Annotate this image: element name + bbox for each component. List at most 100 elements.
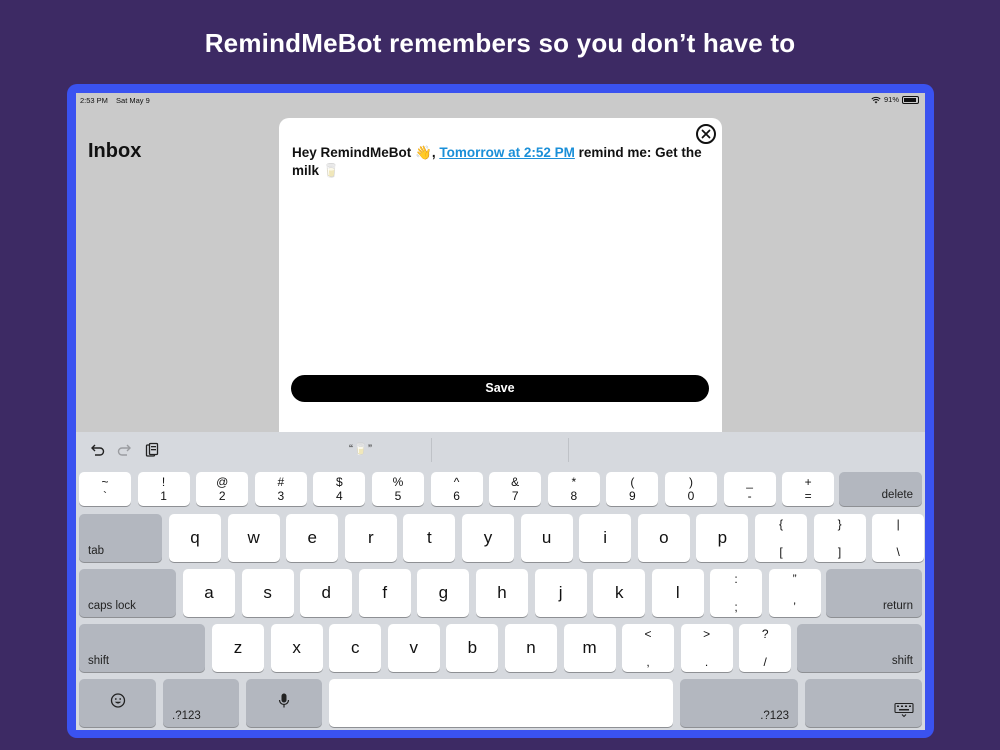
key-l[interactable]: l xyxy=(651,569,704,617)
key-symbol-1[interactable]: ”’ xyxy=(768,569,821,617)
save-button[interactable]: Save xyxy=(291,375,709,402)
key-8[interactable]: * 8 xyxy=(547,472,600,506)
numbers-key-left[interactable]: .?123 xyxy=(163,679,239,727)
paste-icon[interactable] xyxy=(144,442,160,458)
key-2[interactable]: @2 xyxy=(196,472,249,506)
reminder-modal: Hey RemindMeBot 👋, Tomorrow at 2:52 PM r… xyxy=(279,118,722,448)
ipad-screen: 2:53 PM Sat May 9 91% Inbox Hey RemindMe… xyxy=(76,93,925,730)
caps-lock-key[interactable]: caps lock xyxy=(79,569,176,617)
key-`[interactable]: ~ ` xyxy=(79,472,131,506)
key-label: n xyxy=(526,638,536,657)
undo-icon[interactable] xyxy=(89,442,105,458)
key-label: x xyxy=(292,638,301,657)
key-symbol-0[interactable]: :; xyxy=(710,569,762,617)
key-s[interactable]: s xyxy=(241,569,294,617)
date-link[interactable]: Tomorrow at 2:52 PM xyxy=(439,145,575,160)
key-n[interactable]: n xyxy=(505,624,557,672)
key-f[interactable]: f xyxy=(358,569,411,617)
key-\[interactable]: | \ xyxy=(872,514,925,562)
numbers-key-right[interactable]: .?123 xyxy=(680,679,798,727)
key-label: 2 xyxy=(218,489,226,503)
key-0[interactable]: ) 0 xyxy=(665,472,717,506)
key-/[interactable]: ? / xyxy=(739,624,792,672)
redo-icon[interactable] xyxy=(117,442,133,458)
key-v[interactable]: v xyxy=(387,624,440,672)
key-h[interactable]: h xyxy=(476,569,528,617)
key-label: d xyxy=(321,583,331,602)
key-p[interactable]: p xyxy=(696,514,749,562)
key-,[interactable]: <, xyxy=(622,624,674,672)
key-=[interactable]: + = xyxy=(782,472,835,506)
key-w[interactable]: w xyxy=(227,514,280,562)
key-label: f xyxy=(382,583,388,602)
key-5[interactable]: % 5 xyxy=(372,472,424,506)
key-shift-label: % xyxy=(392,475,404,489)
key-shift-label: < xyxy=(644,627,652,641)
key-1[interactable]: ! 1 xyxy=(137,472,190,506)
key-t[interactable]: t xyxy=(403,514,456,562)
key-r[interactable]: r xyxy=(344,514,397,562)
key-b[interactable]: b xyxy=(446,624,499,672)
key-label: a xyxy=(204,583,214,602)
reminder-text-input[interactable]: Hey RemindMeBot 👋, Tomorrow at 2:52 PM r… xyxy=(292,144,702,180)
key-4[interactable]: $4 xyxy=(313,472,366,506)
suggestion-1[interactable]: “🥛” xyxy=(349,442,372,456)
key-x[interactable]: x xyxy=(270,624,323,672)
key-label: \ xyxy=(896,545,900,559)
key-q[interactable]: q xyxy=(169,514,221,562)
key-y[interactable]: y xyxy=(462,514,514,562)
key-e[interactable]: e xyxy=(286,514,339,562)
dictation-key[interactable] xyxy=(246,679,322,727)
status-date: Sat May 9 xyxy=(116,96,150,105)
key-6[interactable]: ^ 6 xyxy=(430,472,483,506)
key-shift-label: } xyxy=(837,517,842,531)
key-label: o xyxy=(659,528,669,547)
key-.[interactable]: >. xyxy=(680,624,733,672)
key-3[interactable]: #3 xyxy=(254,472,307,506)
key-shift-label: | xyxy=(896,517,900,531)
key-label: 0 xyxy=(687,489,695,503)
key-shift-label: ~ xyxy=(101,475,109,489)
key-label: w xyxy=(247,528,260,547)
key-label: ] xyxy=(837,545,842,559)
key-label: i xyxy=(603,528,608,547)
key-label: 8 xyxy=(570,489,578,503)
left-shift-key[interactable]: shift xyxy=(79,624,205,672)
key-m[interactable]: m xyxy=(563,624,616,672)
key-label: shift xyxy=(891,655,913,667)
key-g[interactable]: g xyxy=(417,569,470,617)
key-z[interactable]: z xyxy=(212,624,264,672)
key-][interactable]: }] xyxy=(813,514,866,562)
key-label: = xyxy=(804,489,812,503)
emoji-key[interactable] xyxy=(79,679,156,727)
key--[interactable]: _ - xyxy=(723,472,776,506)
key-label: caps lock xyxy=(88,600,136,612)
key-[[interactable]: {[ xyxy=(755,514,807,562)
emoji-icon xyxy=(110,693,126,714)
key-9[interactable]: (9 xyxy=(606,472,659,506)
keyboard-dismiss-key[interactable] xyxy=(805,679,922,727)
key-i[interactable]: i xyxy=(579,514,632,562)
tab-key[interactable]: tab xyxy=(79,514,162,562)
key-label: 5 xyxy=(394,489,402,503)
key-shift-label: ? xyxy=(761,627,769,641)
key-label: delete xyxy=(881,489,913,501)
key-label: 1 xyxy=(160,489,167,503)
space-key[interactable] xyxy=(329,679,673,727)
key-shift-label: > xyxy=(703,627,711,641)
return-key[interactable]: return xyxy=(826,569,922,617)
key-o[interactable]: o xyxy=(637,514,690,562)
key-u[interactable]: u xyxy=(520,514,573,562)
inbox-title: Inbox xyxy=(88,140,142,162)
key-a[interactable]: a xyxy=(183,569,235,617)
key-7[interactable]: & 7 xyxy=(489,472,542,506)
microphone-icon xyxy=(278,693,290,714)
delete-key[interactable]: delete xyxy=(839,472,922,506)
key-d[interactable]: d xyxy=(300,569,353,617)
close-button[interactable] xyxy=(696,124,716,144)
keyboard-dismiss-icon xyxy=(854,693,914,718)
key-j[interactable]: j xyxy=(534,569,587,617)
key-k[interactable]: k xyxy=(593,569,646,617)
right-shift-key[interactable]: shift xyxy=(797,624,922,672)
key-c[interactable]: c xyxy=(329,624,382,672)
